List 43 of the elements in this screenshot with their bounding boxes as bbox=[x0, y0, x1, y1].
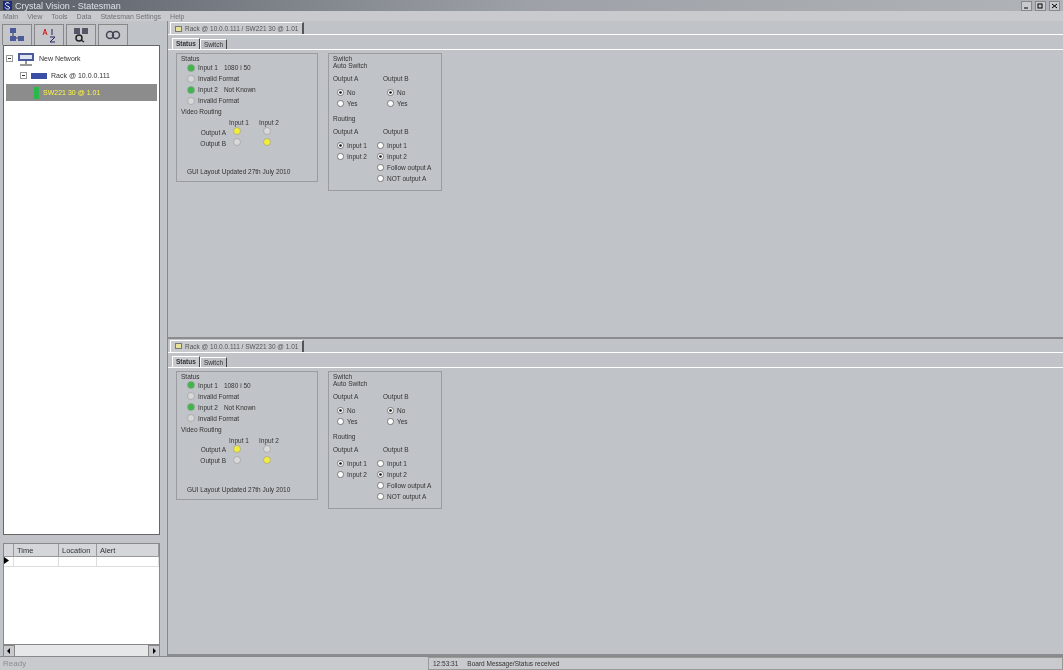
tree-toggle-icon[interactable] bbox=[6, 55, 13, 62]
folder-icon bbox=[175, 343, 182, 349]
radio-button[interactable] bbox=[377, 142, 384, 149]
restore-button[interactable] bbox=[1035, 0, 1046, 11]
table-cell bbox=[97, 557, 159, 567]
radio-button[interactable] bbox=[377, 175, 384, 182]
radio-button[interactable] bbox=[387, 89, 394, 96]
radio-button[interactable] bbox=[337, 459, 344, 467]
radio-button[interactable] bbox=[337, 470, 344, 478]
close-button[interactable] bbox=[1049, 0, 1060, 11]
app-logo-icon bbox=[3, 1, 12, 10]
card-icon bbox=[34, 86, 39, 99]
radio-button[interactable] bbox=[387, 417, 394, 425]
radio-button[interactable] bbox=[337, 153, 344, 160]
scroll-left-icon[interactable] bbox=[3, 645, 15, 657]
radio-button[interactable] bbox=[377, 481, 384, 489]
tree-toggle-icon[interactable] bbox=[20, 72, 27, 79]
table-cell bbox=[59, 557, 97, 567]
radio-button[interactable] bbox=[377, 153, 384, 160]
radio-button[interactable] bbox=[337, 89, 344, 96]
search-button[interactable] bbox=[66, 24, 96, 45]
radio-button[interactable] bbox=[387, 406, 394, 414]
radio-button[interactable] bbox=[377, 492, 384, 500]
search-icon bbox=[73, 27, 89, 43]
window-title: Crystal Vision - Statesman bbox=[15, 0, 121, 11]
radio-button[interactable] bbox=[377, 459, 384, 467]
radio-button[interactable] bbox=[377, 470, 384, 478]
network-icon bbox=[9, 27, 25, 43]
radio-button[interactable] bbox=[337, 142, 344, 149]
scroll-right-icon[interactable] bbox=[148, 645, 160, 657]
network-view-button[interactable] bbox=[2, 24, 32, 45]
rack-icon bbox=[31, 72, 47, 79]
minimize-button[interactable] bbox=[1021, 0, 1032, 11]
network-icon bbox=[17, 51, 35, 66]
sort-az-icon bbox=[41, 27, 57, 43]
radio-button[interactable] bbox=[337, 100, 344, 107]
radio-button[interactable] bbox=[337, 417, 344, 425]
radio-button[interactable] bbox=[377, 164, 384, 171]
radio-button[interactable] bbox=[387, 100, 394, 107]
radio-button[interactable] bbox=[337, 406, 344, 414]
row-pointer-icon bbox=[4, 557, 9, 564]
folder-icon bbox=[175, 25, 182, 32]
link-button[interactable] bbox=[98, 24, 128, 45]
